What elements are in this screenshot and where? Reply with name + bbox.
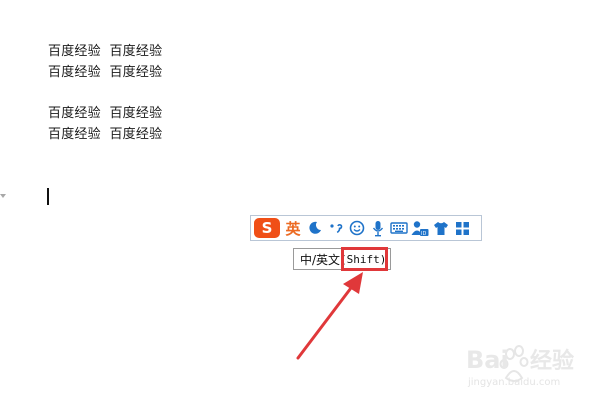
- svg-text:Bai: Bai: [466, 346, 509, 374]
- svg-text:jingyan.baidu.com: jingyan.baidu.com: [467, 377, 560, 388]
- svg-text:经验: 经验: [530, 348, 574, 374]
- document-page[interactable]: 百度经验 百度经验 百度经验 百度经验 百度经验 百度经验 百度经验 百度经验 …: [0, 0, 601, 400]
- baidu-watermark-icon: Bai 经验 jingyan.baidu.com: [466, 345, 574, 388]
